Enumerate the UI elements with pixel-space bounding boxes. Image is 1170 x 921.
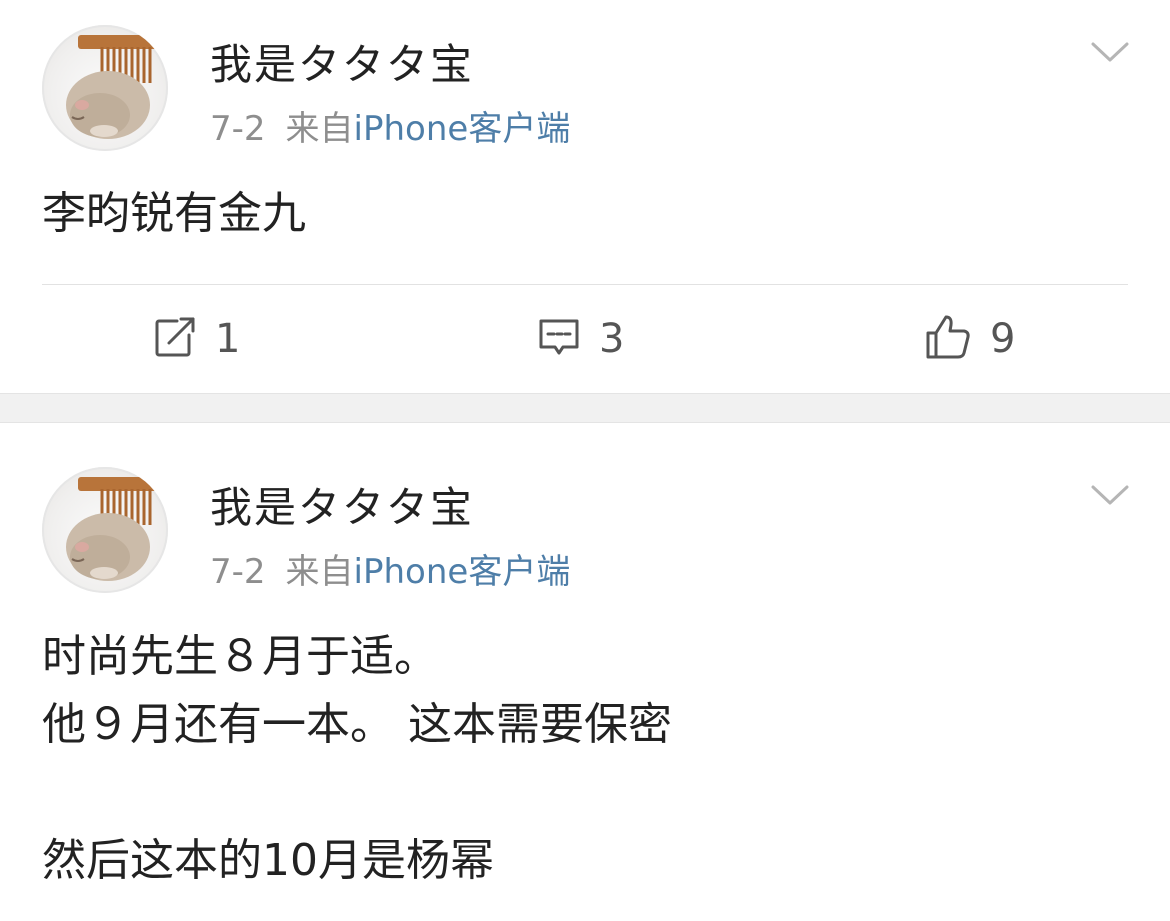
post-date: 7-2 xyxy=(210,552,266,592)
comment-card: 我是タタタ宝 7-2 来自iPhone客户端 时尚先生８月于适。 他９月还有一本。… xyxy=(0,423,1170,921)
chevron-down-icon[interactable] xyxy=(1090,481,1130,509)
avatar[interactable] xyxy=(42,467,168,593)
like-button[interactable]: 9 xyxy=(924,312,1015,366)
comment-text: 时尚先生８月于适。 他９月还有一本。 这本需要保密 然后这本的10月是杨幂 xyxy=(42,631,672,886)
repost-icon xyxy=(153,315,197,363)
weibo-comment-feed: 我是タタタ宝 7-2 来自iPhone客户端 李昀锐有金九 1 3 9 我是タタ… xyxy=(0,0,1170,921)
divider xyxy=(42,284,1128,285)
hamster-avatar-icon xyxy=(66,35,158,139)
comment-icon xyxy=(537,315,581,363)
username[interactable]: 我是タタタ宝 xyxy=(210,44,474,86)
thumbs-up-icon xyxy=(924,313,972,365)
source-client-link[interactable]: iPhone客户端 xyxy=(354,109,571,149)
avatar[interactable] xyxy=(42,25,168,151)
section-separator xyxy=(0,393,1170,423)
comment-text: 李昀锐有金九 xyxy=(42,188,306,239)
comment-button[interactable]: 3 xyxy=(537,312,624,366)
source-client-link[interactable]: iPhone客户端 xyxy=(354,552,571,592)
source-prefix: 来自 xyxy=(285,109,354,149)
post-date: 7-2 xyxy=(210,109,266,149)
comment-card: 我是タタタ宝 7-2 来自iPhone客户端 李昀锐有金九 1 3 9 xyxy=(0,0,1170,393)
comment-count: 3 xyxy=(599,316,625,362)
chevron-down-icon[interactable] xyxy=(1090,38,1130,66)
username[interactable]: 我是タタタ宝 xyxy=(210,487,474,529)
source-prefix: 来自 xyxy=(285,552,354,592)
action-bar: 1 3 9 xyxy=(0,312,1170,366)
like-count: 9 xyxy=(990,316,1016,362)
hamster-avatar-icon xyxy=(66,477,158,581)
post-meta: 7-2 来自iPhone客户端 xyxy=(210,555,570,589)
repost-count: 1 xyxy=(215,316,241,362)
post-meta: 7-2 来自iPhone客户端 xyxy=(210,112,570,146)
repost-button[interactable]: 1 xyxy=(153,312,240,366)
